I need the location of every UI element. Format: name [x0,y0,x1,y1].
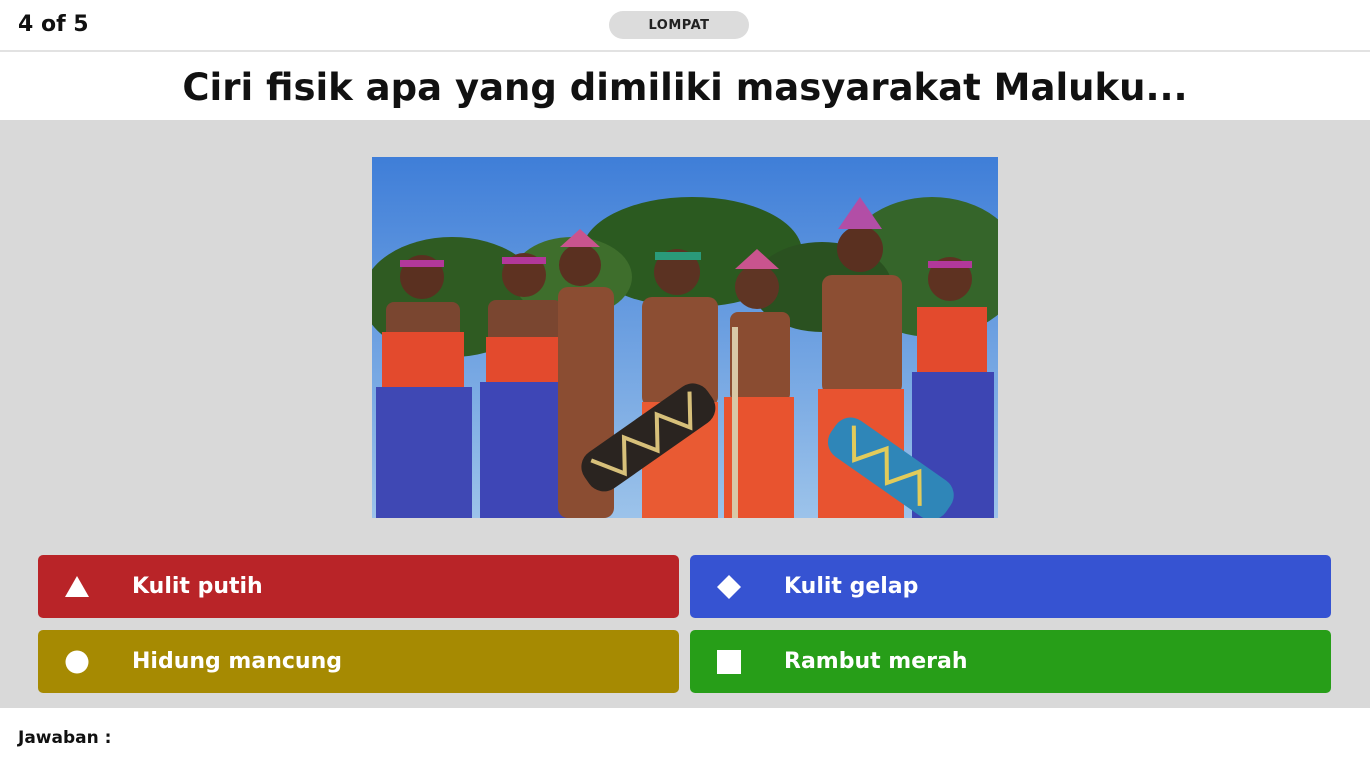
question-image [372,157,998,518]
quiz-stage: Kulit putih Kulit gelap Hidung mancung R… [0,120,1370,708]
top-bar: 4 of 5 LOMPAT [0,0,1370,52]
answer-option-rambut-merah[interactable]: Rambut merah [690,630,1331,693]
answer-label: Kulit putih [132,574,263,599]
circle-icon [65,650,89,674]
question-counter: 4 of 5 [18,12,89,37]
answer-label: Kulit gelap [784,574,919,599]
answer-label: Hidung mancung [132,649,342,674]
skip-button[interactable]: LOMPAT [609,11,749,39]
question-header: Ciri fisik apa yang dimiliki masyarakat … [0,54,1370,120]
answer-option-kulit-putih[interactable]: Kulit putih [38,555,679,618]
square-icon [717,650,741,674]
answer-option-hidung-mancung[interactable]: Hidung mancung [38,630,679,693]
triangle-icon [65,576,89,597]
answer-footer: Jawaban : [0,708,1370,768]
diamond-icon [717,575,741,599]
answer-option-kulit-gelap[interactable]: Kulit gelap [690,555,1331,618]
question-text: Ciri fisik apa yang dimiliki masyarakat … [182,65,1188,109]
answer-label: Rambut merah [784,649,968,674]
answer-label-text: Jawaban : [18,728,112,748]
